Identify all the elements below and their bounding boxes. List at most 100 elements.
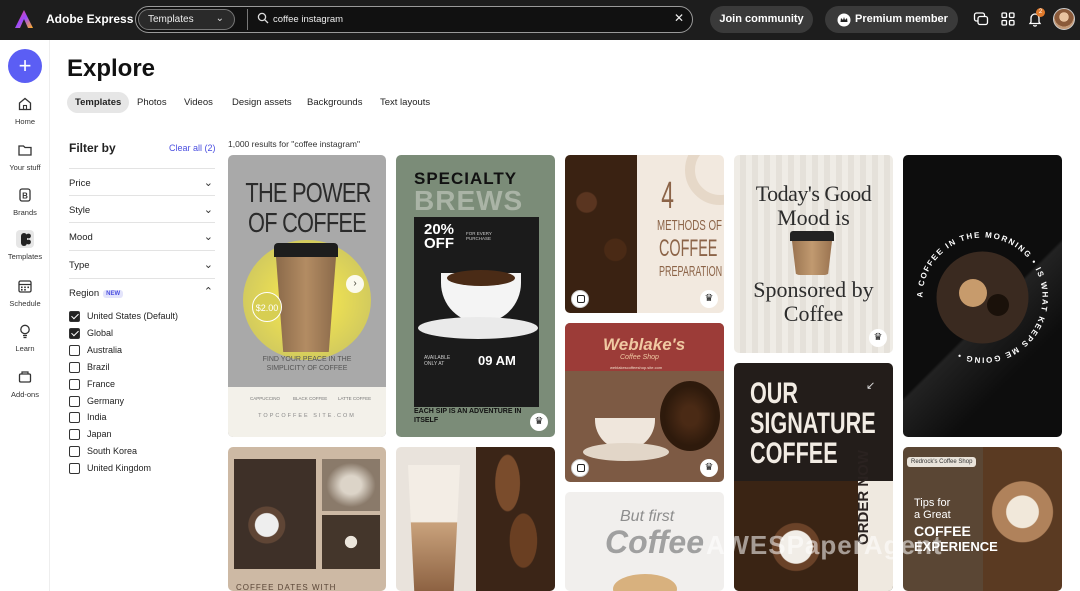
filter-section-mood[interactable]: Mood ⌄ [69, 222, 215, 249]
template-heading: Today's Good [755, 181, 872, 206]
filter-section-type[interactable]: Type ⌄ [69, 250, 215, 277]
checkbox-unchecked[interactable] [69, 361, 80, 373]
new-badge: NEW [103, 290, 124, 298]
join-community-button[interactable]: Join community [710, 6, 813, 33]
nav-item-add-ons[interactable]: Add-ons [0, 368, 50, 399]
nav-item-label: Home [14, 117, 35, 126]
premium-crown-icon: ♛ [530, 413, 548, 431]
coffee-photo [322, 459, 380, 511]
template-card-but-first-coffee[interactable]: But first Coffee [565, 492, 724, 591]
latte-art-photo [983, 447, 1062, 591]
search-input[interactable] [273, 10, 663, 29]
checkbox-unchecked[interactable] [69, 463, 80, 475]
calendar-icon [18, 280, 32, 293]
template-card-methods-of-coffee[interactable]: 4 METHODS OF COFFEE PREPARATION ♛ [565, 155, 724, 313]
template-card-todays-good-mood[interactable]: Today's Good Mood is Sponsored by Coffee… [734, 155, 893, 353]
premium-member-button[interactable]: Premium member [825, 6, 958, 33]
search-bar: Templates ⌄ ✕ [135, 6, 693, 33]
template-heading: COFFEE [659, 235, 718, 262]
coffee-beans-photo [476, 447, 555, 591]
filter-section-price[interactable]: Price ⌄ [69, 168, 215, 195]
nav-item-templates[interactable]: Templates [0, 230, 50, 261]
template-card-weblakes-coffee-shop[interactable]: Weblake's Coffee Shop weblakescoffeeshop… [565, 323, 724, 482]
template-heading: BREWS [414, 185, 524, 216]
coffee-beans-photo [565, 155, 637, 313]
region-option-label: Japan [87, 429, 112, 440]
adobe-express-logo-icon[interactable] [14, 9, 34, 29]
apps-grid-icon[interactable] [1000, 11, 1016, 27]
filter-section-style[interactable]: Style ⌄ [69, 195, 215, 222]
clear-all-filters-link[interactable]: Clear all (2) [169, 143, 216, 153]
checkbox-unchecked[interactable] [69, 412, 80, 424]
template-heading: PREPARATION [659, 263, 723, 280]
checkbox-unchecked[interactable] [69, 378, 80, 390]
tab-backgrounds[interactable]: Backgrounds [307, 92, 362, 113]
results-count: 1,000 results for "coffee instagram" [228, 139, 361, 149]
offer-text: 20% OFF [424, 221, 455, 252]
template-heading: METHODS OF [657, 217, 722, 234]
coffee-beans-photo [660, 381, 720, 451]
template-heading: Sponsored by [753, 277, 874, 302]
carousel-next-icon[interactable]: › [346, 275, 364, 293]
template-card-power-of-coffee[interactable]: THE POWER OF COFFEE $2.00 › FIND YOUR PE… [228, 155, 386, 437]
search-divider [247, 9, 248, 30]
template-heading: THE POWER [245, 177, 371, 208]
nav-item-your-stuff[interactable]: Your stuff [0, 141, 50, 172]
checkbox-unchecked[interactable] [69, 344, 80, 356]
region-option-label: Brazil [87, 361, 110, 372]
iced-coffee-glass [408, 465, 460, 591]
user-avatar[interactable] [1053, 8, 1075, 30]
decorative-arc [685, 155, 724, 205]
template-heading: OUR [750, 377, 799, 410]
multi-page-icon [571, 459, 589, 477]
filter-section-label: Style [69, 205, 91, 216]
nav-item-label: Your stuff [9, 163, 41, 172]
tab-design-assets[interactable]: Design assets [232, 92, 292, 113]
templates-icon [16, 230, 34, 248]
checkbox-checked[interactable] [69, 327, 80, 339]
tab-templates[interactable]: Templates [67, 92, 130, 113]
svg-text:B: B [22, 192, 28, 201]
region-option-label: United Kingdom [87, 463, 152, 474]
region-option-label: Australia [87, 344, 123, 355]
template-card-coffee-dates[interactable]: COFFEE DATES WITH [228, 447, 386, 591]
menu-item: CAPPUCCINO [250, 396, 281, 401]
nav-item-label: Templates [7, 252, 43, 261]
filter-section-label: Mood [69, 232, 93, 243]
template-card-specialty-brews[interactable]: SPECIALTY BREWS 20% OFF FOR EVERY PURCHA… [396, 155, 555, 437]
tab-videos[interactable]: Videos [184, 92, 213, 113]
region-option-label: Global [87, 327, 114, 338]
search-scope-dropdown[interactable]: Templates ⌄ [138, 9, 235, 30]
saucer-image [583, 443, 669, 461]
checkbox-unchecked[interactable] [69, 446, 80, 458]
chat-icon[interactable] [973, 11, 989, 27]
region-option-label: United States (Default) [87, 311, 179, 321]
nav-item-brands[interactable]: B Brands [0, 186, 50, 217]
nav-item-learn[interactable]: Learn [0, 322, 50, 353]
shop-site: weblakescoffeeshop.site.com [610, 365, 663, 370]
region-option-label: India [87, 412, 107, 423]
watermark-text: AWESPaperAgent [706, 530, 943, 560]
search-scope-label: Templates [148, 14, 194, 25]
checkbox-unchecked[interactable] [69, 395, 80, 407]
tab-photos[interactable]: Photos [137, 92, 167, 113]
tab-text-layouts[interactable]: Text layouts [380, 92, 430, 113]
template-card-iced-coffee[interactable] [396, 447, 555, 591]
nav-item-schedule[interactable]: Schedule [0, 277, 50, 308]
clear-search-icon[interactable]: ✕ [674, 11, 684, 25]
template-heading: Mood is [777, 205, 850, 230]
template-tagline: FIND YOUR PEACE IN THE SIMPLICITY OF COF… [262, 356, 352, 372]
checkbox-checked[interactable] [69, 311, 80, 322]
nav-item-home[interactable]: Home [0, 95, 50, 126]
create-new-button[interactable]: + [8, 49, 42, 83]
template-card-morning-coffee-ring[interactable]: A COFFEE IN THE MORNING • IS WHAT KEEPS … [903, 155, 1062, 437]
saucer-image [418, 317, 538, 339]
circular-text-graphic: A COFFEE IN THE MORNING • IS WHAT KEEPS … [915, 230, 1048, 364]
checkbox-unchecked[interactable] [69, 429, 80, 441]
template-heading: SIGNATURE [750, 407, 876, 440]
template-card-coffee-experience-tips[interactable]: Redrock's Coffee Shop Tips for a Great C… [903, 447, 1062, 591]
filter-section-region[interactable]: Region NEW ⌃ [69, 278, 215, 306]
template-footer-text: EACH SIP IS AN ADVENTURE IN ITSELF [414, 408, 522, 424]
app-name[interactable]: Adobe Express [46, 12, 133, 26]
template-number: 4 [661, 175, 674, 217]
